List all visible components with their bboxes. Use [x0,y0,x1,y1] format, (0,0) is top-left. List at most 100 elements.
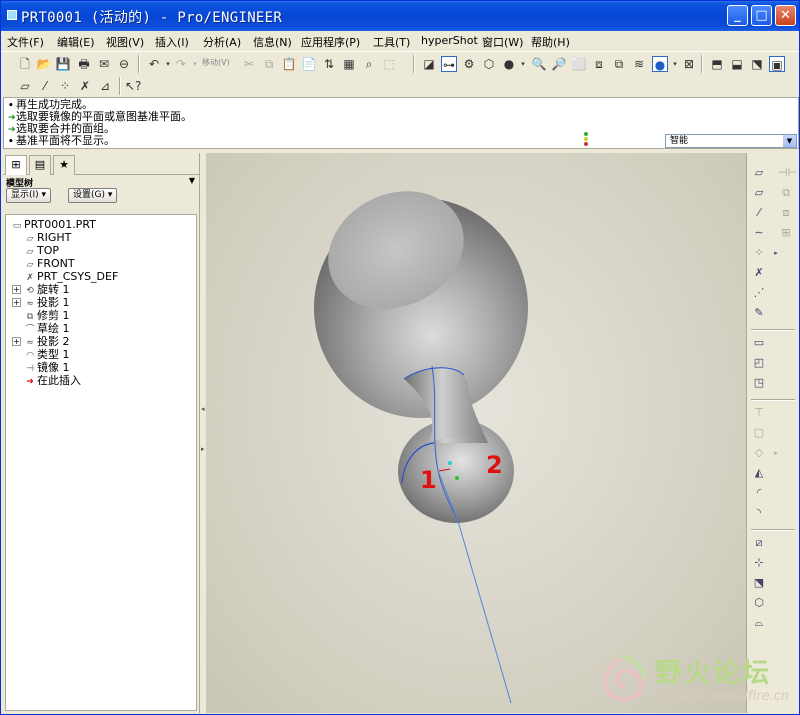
collapse-arrow-icon[interactable]: ◂ [201,405,205,415]
boundary-blend-icon[interactable]: ⧄ [751,535,767,551]
extrude-icon[interactable]: ▭ [751,335,767,351]
expand-icon[interactable]: + [12,298,21,307]
menu-info[interactable]: 信息(N) [253,34,292,50]
tree-item[interactable]: ✗ PRT_CSYS_DEF [12,270,118,283]
tree-item[interactable]: ◠ 类型 1 [12,348,69,361]
email-icon[interactable]: ✉ [96,56,112,72]
view-manager-icon[interactable]: ● [652,56,668,72]
merge-tool-icon[interactable]: ⧉ [778,185,794,201]
zoom-out-icon[interactable]: 🔎 [551,56,567,72]
warp-tool-icon[interactable]: ⌓ [751,615,767,631]
tree-item[interactable]: ▱ RIGHT [12,231,72,244]
round-tool-icon[interactable]: ◜ [751,485,767,501]
tree-item[interactable]: ➔ 在此插入 [12,374,81,387]
datum-curve-icon[interactable]: ∼ [751,225,767,241]
select-box-icon[interactable]: ⬚ [381,56,397,72]
show-button[interactable]: 显示(I) ▾ [6,188,52,203]
new-icon[interactable]: 🗋 [17,56,33,72]
analysis-feature-icon[interactable]: ⋰ [751,285,767,301]
mirror-tool-icon[interactable]: ⊣⊢ [778,165,797,181]
expand-icon[interactable]: + [12,285,21,294]
menu-view[interactable]: 视图(V) [106,34,144,50]
shell-tool-icon[interactable]: ▢ [751,425,767,441]
tab-model-tree[interactable]: ⊞ [5,155,27,175]
hole-tool-icon[interactable]: ⊤ [751,405,767,421]
find-icon[interactable]: ⌕ [361,56,377,72]
settings-button[interactable]: 设置(G) ▾ [68,188,118,203]
cut-icon[interactable]: ✂ [241,56,257,72]
zoom-in-icon[interactable]: 🔍 [531,56,547,72]
axis-display-icon[interactable]: ⁄ [37,78,53,94]
tree-item[interactable]: ⊣ 镜像 1 [12,361,69,374]
menu-window[interactable]: 窗口(W) [482,34,523,50]
expand-arrow-icon[interactable]: ▸ [201,445,205,455]
datum-plane-icon[interactable]: ▱ [751,185,767,201]
copy-icon[interactable]: ⧉ [261,56,277,72]
tree-item[interactable]: + ≈ 投影 1 [12,296,70,309]
no-hidden-icon[interactable]: ⬔ [749,56,765,72]
open-icon[interactable]: 📂 [36,56,52,72]
tree-item[interactable]: ▱ FRONT [12,257,75,270]
print-icon[interactable]: 🖶 [76,56,92,72]
menu-insert[interactable]: 插入(I) [155,34,189,50]
tree-item[interactable]: ⌒ 草绘 1 [12,322,69,335]
csys-display-icon[interactable]: ✗ [77,78,93,94]
paste-icon[interactable]: 📋 [281,56,297,72]
variable-sweep-icon[interactable]: ⊹ [751,555,767,571]
menu-applications[interactable]: 应用程序(P) [301,34,360,50]
pattern-tool-icon[interactable]: ⊞ [778,225,794,241]
refit-icon[interactable]: ⬜ [571,56,587,72]
sketch-tool-icon[interactable]: ✎ [751,305,767,321]
reorient-icon[interactable]: ⧈ [591,56,607,72]
menu-file[interactable]: 文件(F) [7,34,44,50]
chamfer-tool-icon[interactable]: ◝ [751,505,767,521]
regenerate-icon[interactable]: ⇅ [321,56,337,72]
menu-tools[interactable]: 工具(T) [373,34,410,50]
datum-plane-tool-icon[interactable]: ⏥ [751,165,767,181]
display-style-icon[interactable]: ⊠ [681,56,697,72]
close-button[interactable]: ✕ [775,5,796,26]
save-icon[interactable]: 💾 [55,56,71,72]
repaint-icon[interactable]: ◪ [421,56,437,72]
menu-edit[interactable]: 编辑(E) [57,34,95,50]
orient-mode-icon[interactable]: ⚙ [461,56,477,72]
menu-hypershot[interactable]: hyperShot [421,34,478,47]
appearance-dropdown-icon[interactable]: ▾ [515,56,531,72]
maximize-button[interactable]: □ [751,5,772,26]
panel-splitter[interactable]: ◂ ▸ [199,153,206,713]
layers-icon[interactable]: ≋ [631,56,647,72]
draft-tool-icon[interactable]: ◭ [751,465,767,481]
menu-analysis[interactable]: 分析(A) [203,34,241,50]
chevron-right-icon[interactable]: ▸ [768,445,784,461]
spin-center-icon[interactable]: ⊶ [441,56,457,72]
email-link-icon[interactable]: ⊖ [116,56,132,72]
model-viewport[interactable]: 1 2 [206,153,746,713]
tree-item[interactable]: ▱ TOP [12,244,59,257]
chevron-down-icon[interactable]: ▼ [189,176,195,185]
chevron-right-icon[interactable]: ▸ [768,245,784,261]
menu-help[interactable]: 帮助(H) [531,34,570,50]
tree-item[interactable]: ▭ PRT0001.PRT [10,218,96,231]
named-views-icon[interactable]: ⬡ [481,56,497,72]
context-help-icon[interactable]: ↖? [125,78,141,94]
csys-tool-icon[interactable]: ✗ [751,265,767,281]
tree-item[interactable]: + ⟲ 旋转 1 [12,283,70,296]
saved-views-icon[interactable]: ⧉ [611,56,627,72]
expand-icon[interactable]: + [12,337,21,346]
move-button[interactable]: 移动(V) [202,57,230,68]
revolve-tool-icon[interactable]: ◰ [751,355,767,371]
style-tool-icon[interactable]: ⬔ [751,575,767,591]
regen-manager-icon[interactable]: ▦ [341,56,357,72]
tree-item[interactable]: ⧉ 修剪 1 [12,309,70,322]
datum-point-icon[interactable]: ⁘ [751,245,767,261]
trim-tool-icon[interactable]: ⧈ [778,205,794,221]
shading-icon[interactable]: ▣ [769,56,785,72]
plane-display-icon[interactable]: ⏥ [17,78,33,94]
wireframe-icon[interactable]: ⬒ [709,56,725,72]
minimize-button[interactable]: _ [727,5,748,26]
point-display-icon[interactable]: ⁘ [57,78,73,94]
paste-special-icon[interactable]: 📄 [301,56,317,72]
tree-item[interactable]: + ≈ 投影 2 [12,335,70,348]
selection-filter[interactable]: 智能 ▼ [665,134,797,148]
datum-axis-icon[interactable]: ⁄ [751,205,767,221]
